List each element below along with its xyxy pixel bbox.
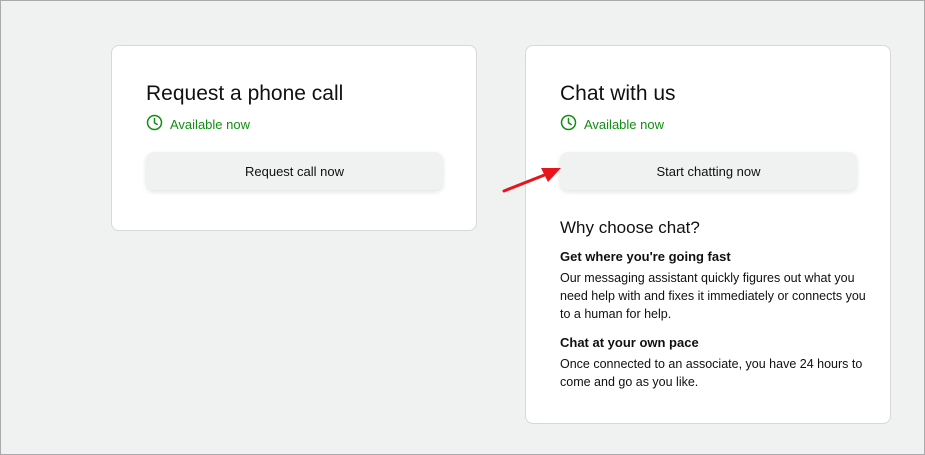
reason-description: Our messaging assistant quickly figures … [560, 271, 866, 321]
reason-item: Chat at your own pace Once connected to … [560, 335, 870, 391]
phone-availability-text: Available now [170, 116, 250, 132]
start-chatting-button[interactable]: Start chatting now [560, 152, 857, 190]
why-choose-chat-heading: Why choose chat? [560, 218, 700, 237]
chat-card-title: Chat with us [560, 82, 676, 105]
chat-availability: Available now [560, 114, 664, 134]
reason-title: Chat at your own pace [560, 335, 699, 350]
clock-icon [146, 114, 163, 134]
clock-icon [560, 114, 577, 134]
phone-availability: Available now [146, 114, 250, 134]
phone-card-title: Request a phone call [146, 82, 344, 105]
red-arrow-icon [501, 165, 563, 200]
request-call-button[interactable]: Request call now [146, 152, 443, 190]
chat-card: Chat with us Available now Start chattin… [525, 45, 891, 424]
reason-description: Once connected to an associate, you have… [560, 357, 863, 389]
reason-title: Get where you're going fast [560, 249, 731, 264]
chat-availability-text: Available now [584, 116, 664, 132]
reason-item: Get where you're going fast Our messagin… [560, 249, 870, 323]
phone-call-card: Request a phone call Available now Reque… [111, 45, 477, 231]
